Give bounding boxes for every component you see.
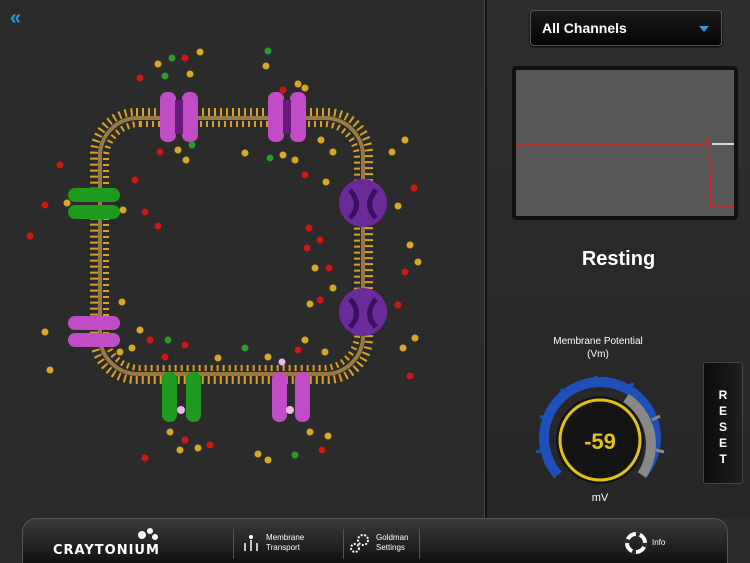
membrane-transport-button[interactable]: Membrane Transport [241,528,312,558]
channel-select[interactable]: All Channels [530,10,722,46]
channel-select-value: All Channels [542,20,627,36]
reset-label: RESET [718,388,728,466]
channel-pink-top-2[interactable] [268,92,306,142]
info-button[interactable]: Info [625,528,665,558]
reset-button[interactable]: RESET [703,362,743,484]
double-chevron-left-icon[interactable]: « [10,8,32,28]
toolbar-separator [419,529,420,559]
membrane-potential-label: Membrane Potential (Vm) [553,336,643,360]
state-label: Resting [581,248,656,270]
goldman-settings-label: Goldman Settings [376,533,409,552]
channel-green-left[interactable] [68,188,120,219]
toolbar-separator [233,529,234,559]
pump-purple-right-1[interactable] [339,179,387,227]
brand-logo-icon [138,528,158,540]
toolbar-separator [343,529,344,559]
pump-purple-right-2[interactable] [339,288,387,336]
brand-name: CRAYTONIUM [53,543,160,558]
bottom-toolbar: CRAYTONIUM Membrane Transport Goldman Se… [22,518,728,563]
membrane-potential-unit: mV [591,492,609,504]
channel-pink-left[interactable] [68,316,120,347]
trace-plot [516,139,734,208]
cell-membrane-diagram [26,47,422,464]
membrane-potential-gauge: -59 [535,376,665,484]
gears-icon [350,534,369,553]
chevron-down-icon [699,26,709,32]
channel-green-bottom[interactable] [162,372,201,422]
membrane-potential-value: -59 [584,429,616,454]
channel-pink-top-1[interactable] [160,92,198,142]
transport-arrows-icon [244,535,258,551]
info-label: Info [652,538,666,547]
goldman-settings-button[interactable]: Goldman Settings [349,528,414,558]
channel-pink-bottom[interactable] [272,372,310,422]
membrane-transport-label: Membrane Transport [266,533,305,552]
membrane-potential-trace [512,66,738,220]
lifebuoy-icon [625,532,647,554]
